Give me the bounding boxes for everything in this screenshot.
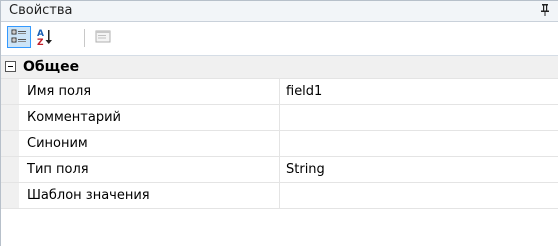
property-name: Синоним [27,136,88,151]
category-label: Общее [23,59,80,75]
property-row[interactable]: Шаблон значения [1,183,558,209]
panel-titlebar: Свойства [1,1,558,22]
column-divider[interactable] [279,79,280,104]
toolbar: A Z [1,22,558,53]
row-gutter [1,79,19,104]
row-gutter [1,157,19,182]
property-row[interactable]: Имя поля field1 [1,79,558,105]
sort-az-icon: A Z [37,29,52,47]
property-name: Шаблон значения [27,188,150,203]
pin-icon[interactable] [540,3,550,17]
category-row[interactable]: Общее [1,56,558,79]
property-pages-button[interactable] [91,26,115,48]
collapse-icon[interactable] [5,61,16,72]
property-name: Комментарий [27,110,121,125]
property-value[interactable]: field1 [286,84,322,99]
panel-title: Свойства [9,3,73,18]
property-row[interactable]: Синоним [1,131,558,157]
column-divider[interactable] [279,131,280,156]
categorized-icon [11,29,26,43]
property-name: Тип поля [27,162,89,177]
column-divider[interactable] [279,105,280,130]
row-gutter [1,183,19,208]
properties-panel: Свойства A Z Общее Имя поля field1 Комме… [0,0,558,246]
property-value[interactable]: String [286,162,325,177]
svg-text:Z: Z [37,38,44,47]
property-row[interactable]: Комментарий [1,105,558,131]
toolbar-separator [84,29,85,47]
column-divider[interactable] [279,157,280,182]
row-gutter [1,131,19,156]
row-gutter [1,105,19,130]
categorized-view-button[interactable] [7,26,31,48]
property-name: Имя поля [27,84,92,99]
property-pages-icon [95,30,111,43]
column-divider[interactable] [279,183,280,208]
property-row[interactable]: Тип поля String [1,157,558,183]
property-grid: Общее Имя поля field1 Комментарий Синони… [1,55,558,209]
alphabetical-sort-button[interactable]: A Z [33,26,57,48]
